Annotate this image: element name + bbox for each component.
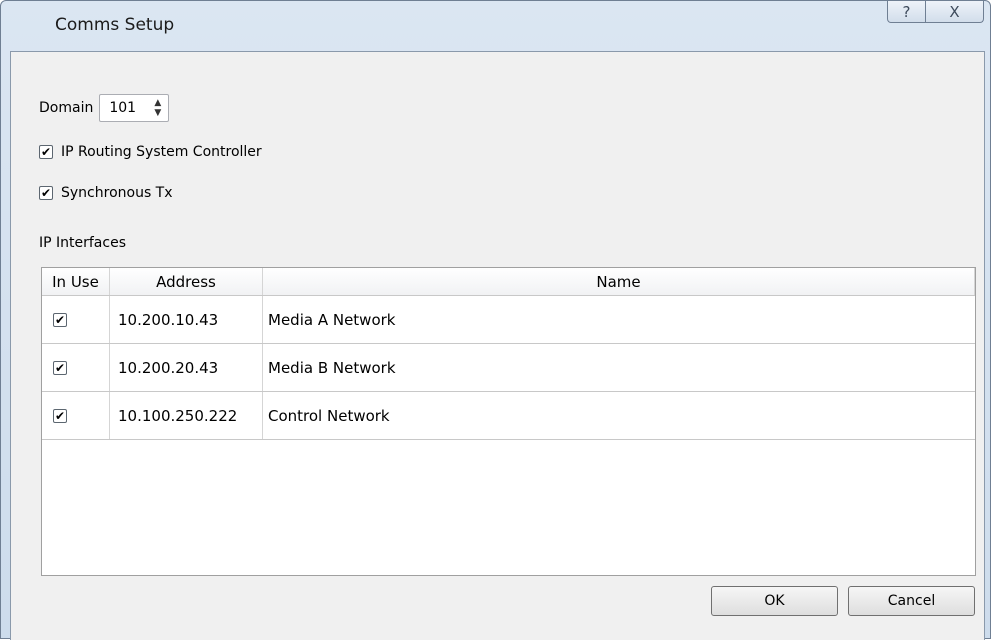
close-button[interactable]: X: [926, 1, 984, 23]
domain-row: Domain 101 ▲ ▼: [39, 94, 170, 122]
address-cell[interactable]: 10.100.250.222: [110, 392, 263, 439]
table-row[interactable]: ✔ 10.100.250.222 Control Network: [42, 392, 975, 440]
spin-down-icon[interactable]: ▼: [154, 108, 161, 118]
synchronous-tx-option[interactable]: ✔ Synchronous Tx: [39, 183, 173, 203]
synchronous-tx-checkbox[interactable]: ✔: [39, 186, 53, 200]
spin-up-icon[interactable]: ▲: [154, 98, 161, 108]
in-use-checkbox[interactable]: ✔: [53, 408, 67, 423]
in-use-cell: ✔: [42, 344, 110, 391]
domain-spinbox[interactable]: 101 ▲ ▼: [99, 94, 170, 122]
in-use-cell: ✔: [42, 296, 110, 343]
address-cell[interactable]: 10.200.10.43: [110, 296, 263, 343]
in-use-checkbox[interactable]: ✔: [53, 360, 67, 375]
close-icon: X: [949, 2, 960, 21]
help-button[interactable]: ?: [887, 1, 926, 23]
ip-routing-controller-label: IP Routing System Controller: [61, 144, 262, 160]
name-cell[interactable]: Media A Network: [263, 296, 975, 343]
title-bar: Comms Setup ? X: [1, 1, 990, 51]
help-icon: ?: [902, 2, 911, 21]
spin-arrows[interactable]: ▲ ▼: [150, 97, 165, 119]
table-header: In Use Address Name: [42, 268, 975, 296]
column-header-in-use[interactable]: In Use: [42, 268, 110, 295]
table-row[interactable]: ✔ 10.200.10.43 Media A Network: [42, 296, 975, 344]
cancel-button[interactable]: Cancel: [848, 586, 975, 616]
ip-interfaces-label: IP Interfaces: [39, 235, 126, 251]
in-use-checkbox[interactable]: ✔: [53, 312, 67, 327]
name-cell[interactable]: Media B Network: [263, 344, 975, 391]
synchronous-tx-label: Synchronous Tx: [61, 185, 173, 201]
column-header-name[interactable]: Name: [263, 268, 975, 295]
ip-routing-controller-checkbox[interactable]: ✔: [39, 145, 53, 159]
window-title: Comms Setup: [55, 15, 175, 35]
comms-setup-dialog: Comms Setup ? X Domain 101 ▲ ▼ ✔ IP Rout…: [0, 0, 991, 640]
column-header-address[interactable]: Address: [110, 268, 263, 295]
in-use-cell: ✔: [42, 392, 110, 439]
domain-label: Domain: [39, 100, 94, 116]
name-cell[interactable]: Control Network: [263, 392, 975, 439]
ok-button[interactable]: OK: [711, 586, 838, 616]
table-row[interactable]: ✔ 10.200.20.43 Media B Network: [42, 344, 975, 392]
domain-value[interactable]: 101: [100, 100, 150, 116]
caption-buttons: ? X: [887, 1, 984, 23]
address-cell[interactable]: 10.200.20.43: [110, 344, 263, 391]
ip-routing-controller-option[interactable]: ✔ IP Routing System Controller: [39, 142, 262, 162]
dialog-body: Domain 101 ▲ ▼ ✔ IP Routing System Contr…: [10, 51, 985, 640]
ip-interfaces-table: In Use Address Name ✔ 10.200.10.43 Media…: [41, 267, 976, 576]
